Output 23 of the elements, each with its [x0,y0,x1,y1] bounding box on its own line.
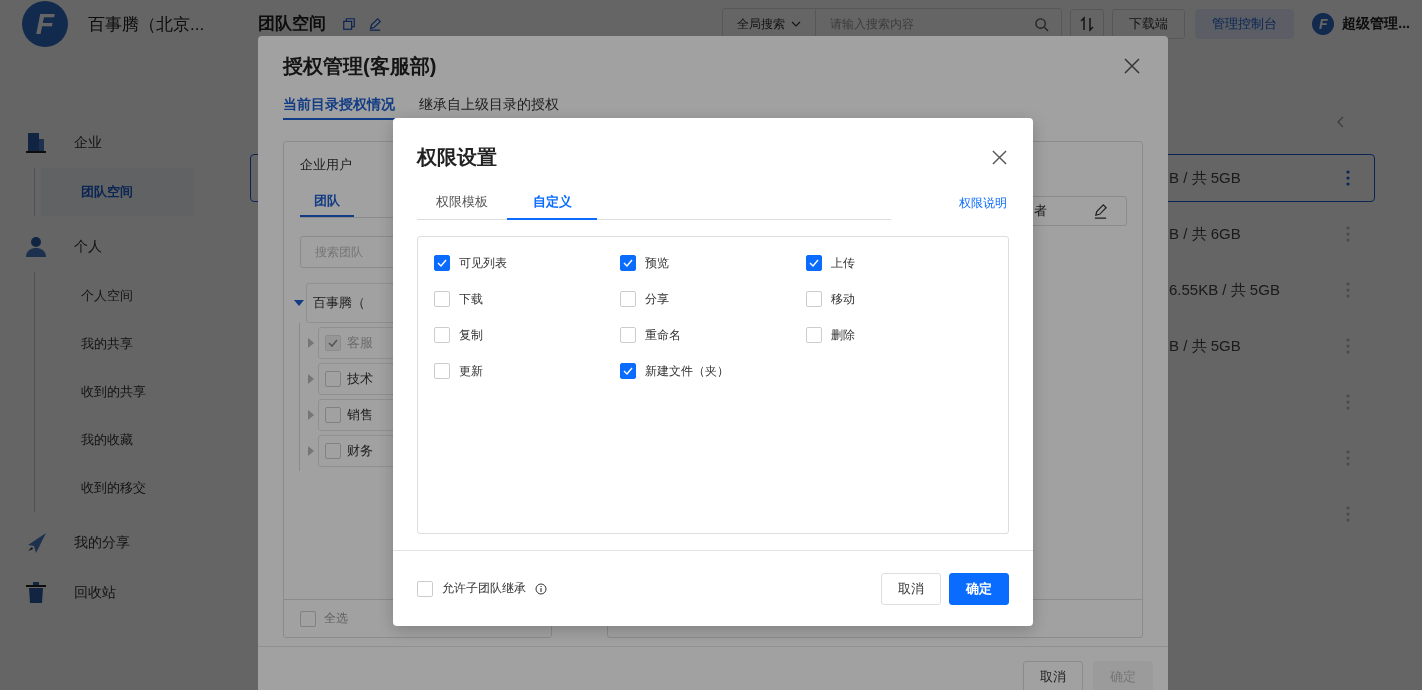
dialog-title: 授权管理(客服部) [283,53,437,79]
permission-label: 删除 [831,326,855,344]
page-title: 团队空间 [258,14,326,34]
inherit-label: 允许子团队继承 [442,580,526,597]
permission-label: 复制 [459,326,483,344]
permission-label: 移动 [831,290,855,308]
logo: F [22,1,68,47]
permission-label: 预览 [645,254,669,272]
permission-label: 新建文件（夹） [645,362,729,380]
select-all-label: 全选 [324,610,348,627]
permission-label: 上传 [831,254,855,272]
permission-label: 可见列表 [459,254,507,272]
usage-text: B / 共 5GB [1169,168,1242,188]
usage-text: 6.55KB / 共 5GB [1169,280,1281,300]
usage-text: B / 共 5GB [1169,336,1242,356]
permission-label: 分享 [645,290,669,308]
permission-label: 重命名 [645,326,681,344]
company-name: 百事腾（北京... [88,13,205,36]
permission-label: 下载 [459,290,483,308]
usage-text: B / 共 6GB [1169,224,1242,244]
panel-title: 企业用户 [300,156,352,174]
dialog-title: 权限设置 [417,145,497,170]
permission-label: 更新 [459,362,483,380]
